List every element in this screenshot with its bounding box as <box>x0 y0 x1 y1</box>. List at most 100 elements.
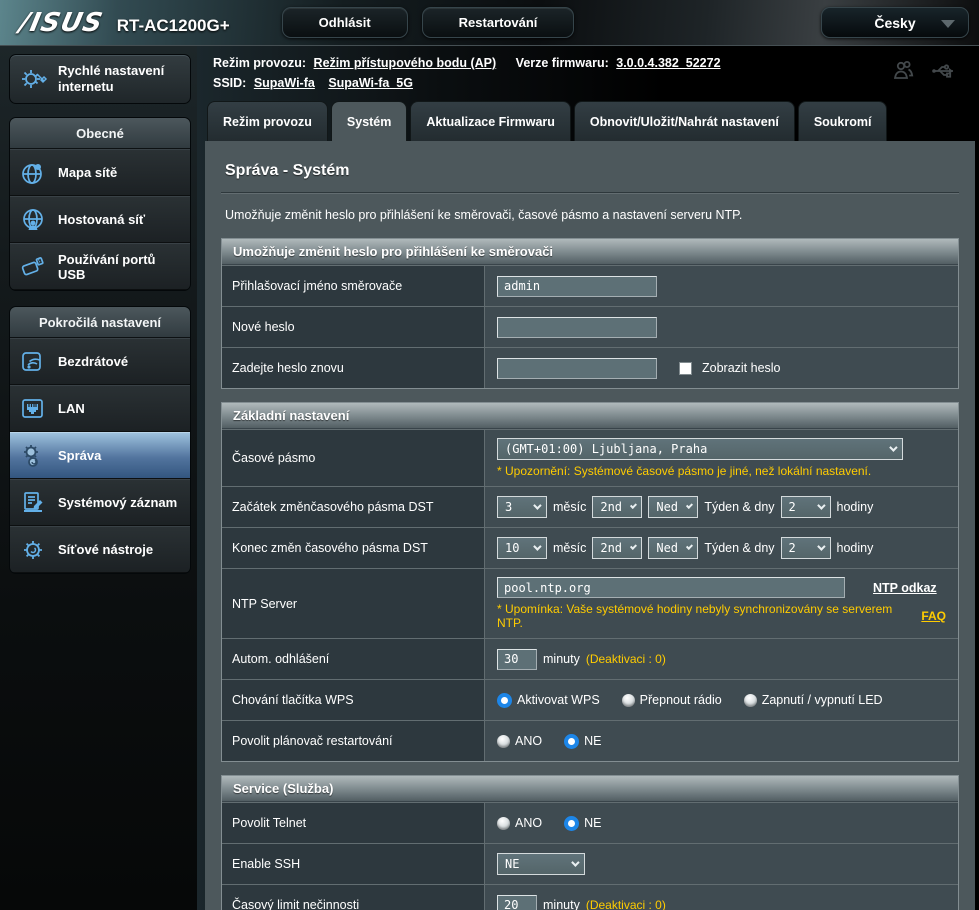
ssid-label: SSID: <box>213 76 246 90</box>
show-password-checkbox[interactable] <box>679 362 692 375</box>
radio-icon <box>564 734 579 749</box>
ntp-server-input[interactable] <box>497 577 845 598</box>
tab-firmware-upgrade[interactable]: Aktualizace Firmwaru <box>410 101 571 141</box>
sidebar: Rychlé nastavení internetu Obecné Mapa s… <box>0 46 197 910</box>
sidebar-item-guest-network[interactable]: Hostovaná síť <box>10 196 190 243</box>
router-login-name-input[interactable] <box>497 276 657 297</box>
wifi-icon <box>18 348 48 376</box>
sidebar-item-system-log[interactable]: Systémový záznam <box>10 479 190 526</box>
tab-restore-save-upload[interactable]: Obnovit/Uložit/Nahrát nastavení <box>574 101 795 141</box>
ssid-link-5g[interactable]: SupaWi-fa_5G <box>328 76 413 90</box>
asus-logo[interactable]: /ISUS RT-AC1200G+ <box>20 8 230 38</box>
dst-end-hour-select[interactable]: 2 <box>781 537 831 559</box>
reboot-scheduler-yes[interactable]: ANO <box>497 734 542 748</box>
dst-start-label: Začátek změnčasového pásma DST <box>222 487 485 527</box>
tab-system[interactable]: Systém <box>331 101 407 141</box>
sidebar-item-label: Síťové nástroje <box>58 542 153 557</box>
page-title: Správa - Systém <box>225 162 961 180</box>
chevron-down-icon <box>630 543 637 550</box>
sidebar-item-quick-internet-setup[interactable]: Rychlé nastavení internetu <box>9 54 191 104</box>
sidebar-item-wireless[interactable]: Bezdrátové <box>10 338 190 385</box>
timezone-warning: * Upozornění: Systémové časové pásmo je … <box>497 464 871 478</box>
auth-section: Umožňuje změnit heslo pro přihlášení ke … <box>221 238 959 389</box>
dst-start-week-select[interactable]: 2nd <box>592 496 642 518</box>
ssid-link-24g[interactable]: SupaWi-fa <box>254 76 315 90</box>
logout-button[interactable]: Odhlásit <box>282 7 408 38</box>
dst-end-day-select[interactable]: Ned <box>648 537 698 559</box>
sidebar-item-administration[interactable]: Správa <box>10 432 190 479</box>
wps-button-behavior-label: Chování tlačítka WPS <box>222 680 485 720</box>
settings-row: Přihlašovací jméno směrovače <box>222 265 958 306</box>
sidebar-item-network-tools[interactable]: Síťové nástroje <box>10 526 190 573</box>
ntp-server-label: NTP Server <box>222 569 485 638</box>
page-description: Umožňuje změnit heslo pro přihlášení ke … <box>225 208 955 222</box>
sidebar-item-network-map[interactable]: Mapa sítě <box>10 149 190 196</box>
gear-wrench-icon <box>18 536 48 564</box>
usb-status-icon[interactable] <box>931 60 957 82</box>
globe-person-icon <box>18 206 48 234</box>
dst-end-month-select[interactable]: 10 <box>497 537 547 559</box>
timezone-label: Časové pásmo <box>222 430 485 486</box>
firmware-version-link[interactable]: 3.0.0.4.382_52272 <box>616 56 720 70</box>
minutes-text: minuty <box>543 652 580 666</box>
sidebar-group-title: Obecné <box>10 118 190 149</box>
wps-option-activate[interactable]: Aktivovat WPS <box>497 693 600 708</box>
show-password-label: Zobrazit heslo <box>702 361 781 375</box>
timezone-select[interactable]: (GMT+01:00) Ljubljana, Praha <box>497 438 903 460</box>
retype-password-input[interactable] <box>497 358 657 379</box>
sidebar-item-lan[interactable]: LAN <box>10 385 190 432</box>
language-dropdown[interactable]: Česky <box>821 7 969 38</box>
sidebar-group-general: Obecné Mapa sítě <box>9 117 191 291</box>
sidebar-item-label: Mapa sítě <box>58 165 117 180</box>
settings-row: Povolit plánovač restartování ANO NE <box>222 720 958 761</box>
chevron-down-icon <box>817 501 825 509</box>
firmware-label: Verze firmwaru: <box>516 56 609 70</box>
router-login-name-label: Přihlašovací jméno směrovače <box>222 266 485 306</box>
month-text: měsíc <box>553 541 586 555</box>
auto-logout-input[interactable] <box>497 649 537 670</box>
gears-icon <box>18 442 48 470</box>
sidebar-group-advanced: Pokročilá nastavení Bezdrátové <box>9 306 191 574</box>
enable-ssh-label: Enable SSH <box>222 844 485 884</box>
idle-timeout-input[interactable] <box>497 895 537 910</box>
ssh-select[interactable]: NE <box>497 853 585 875</box>
auth-section-header: Umožňuje změnit heslo pro přihlášení ke … <box>222 239 958 265</box>
dst-start-hour-select[interactable]: 2 <box>781 496 831 518</box>
telnet-no[interactable]: NE <box>564 816 601 831</box>
new-password-input[interactable] <box>497 317 657 338</box>
settings-row: Enable SSH NE <box>222 843 958 884</box>
wps-option-led-onoff[interactable]: Zapnutí / vypnutí LED <box>744 693 883 707</box>
ntp-sync-warning: * Upomínka: Vaše systémové hodiny nebyly… <box>497 602 907 630</box>
reboot-scheduler-no[interactable]: NE <box>564 734 601 749</box>
chevron-down-icon <box>533 542 541 550</box>
radio-icon <box>497 693 512 708</box>
dst-end-week-select[interactable]: 2nd <box>592 537 642 559</box>
settings-row: Povolit Telnet ANO NE <box>222 802 958 843</box>
dst-start-day-select[interactable]: Ned <box>648 496 698 518</box>
auto-logout-label: Autom. odhlášení <box>222 639 485 679</box>
operation-mode-link[interactable]: Režim přístupového bodu (AP) <box>314 56 497 70</box>
sidebar-item-label: Správa <box>58 448 101 463</box>
chevron-down-icon <box>686 502 693 509</box>
tab-privacy[interactable]: Soukromí <box>798 101 888 141</box>
sidebar-item-label: Systémový záznam <box>58 495 177 510</box>
ethernet-port-icon <box>18 395 48 423</box>
sidebar-item-label: Rychlé nastavení internetu <box>58 63 181 95</box>
sidebar-item-usb-application[interactable]: Používání portů USB <box>10 243 190 290</box>
faq-link[interactable]: FAQ <box>921 609 946 623</box>
reboot-scheduler-label: Povolit plánovač restartování <box>222 721 485 761</box>
dst-end-label: Konec změn časového pásma DST <box>222 528 485 568</box>
settings-row: Autom. odhlášení minuty (Deaktivaci : 0) <box>222 638 958 679</box>
radio-icon <box>744 694 757 707</box>
wps-option-toggle-radio[interactable]: Přepnout rádio <box>622 693 722 707</box>
telnet-yes[interactable]: ANO <box>497 816 542 830</box>
clients-icon[interactable] <box>891 60 915 82</box>
reboot-button[interactable]: Restartování <box>422 7 575 38</box>
settings-row: Chování tlačítka WPS Aktivovat WPS Přepn… <box>222 679 958 720</box>
dst-start-month-select[interactable]: 3 <box>497 496 547 518</box>
ntp-link[interactable]: NTP odkaz <box>873 581 937 595</box>
service-section-header: Service (Služba) <box>222 776 958 802</box>
month-text: měsíc <box>553 500 586 514</box>
tab-operation-mode[interactable]: Režim provozu <box>207 101 328 141</box>
infobar-line-2: SSID: SupaWi-fa SupaWi-fa_5G <box>213 73 963 93</box>
